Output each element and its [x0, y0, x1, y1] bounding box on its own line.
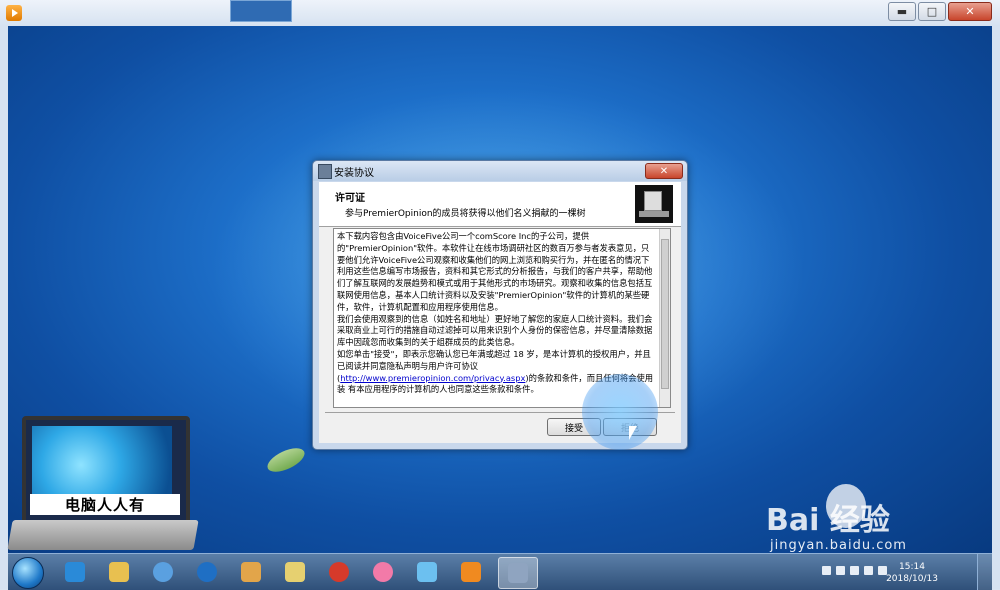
- dialog-header: 许可证 参与PremierOpinion的成员将获得以他们名义捐献的一棵树: [319, 182, 681, 227]
- baidu-paw-icon: [826, 484, 866, 528]
- window-border-left: [0, 26, 8, 589]
- show-desktop-button[interactable]: [977, 554, 992, 590]
- baidu-url: jingyan.baidu.com: [770, 538, 907, 553]
- minimize-button[interactable]: ▬: [888, 2, 916, 21]
- maximize-button[interactable]: □: [918, 2, 946, 21]
- license-heading: 许可证: [335, 193, 365, 204]
- player-title-bar: ▬ □ ✕: [0, 0, 1000, 27]
- wallpaper-leaf: [264, 443, 308, 477]
- laptop-caption: 电脑人人有: [30, 494, 180, 515]
- clock-time: 15:14: [899, 562, 925, 572]
- laptop-screen: 电脑人人有: [22, 416, 190, 526]
- laptop-keyboard: [7, 520, 199, 550]
- taskbar: 15:14 2018/10/13: [8, 553, 992, 590]
- title-thumbnail: [230, 0, 292, 22]
- network-icon[interactable]: [864, 566, 873, 575]
- game-icon[interactable]: [320, 557, 358, 587]
- player-app-icon: [6, 5, 22, 21]
- click-highlight: [582, 374, 658, 450]
- mouse-cursor-icon: [629, 426, 637, 440]
- start-button[interactable]: [12, 557, 44, 589]
- game-icon[interactable]: [364, 557, 402, 587]
- clock[interactable]: 15:14 2018/10/13: [882, 561, 942, 585]
- paint-icon[interactable]: [232, 557, 270, 587]
- game-icon[interactable]: [408, 557, 446, 587]
- flag-icon[interactable]: [836, 566, 845, 575]
- installer-icon[interactable]: [498, 557, 538, 589]
- system-tray: 15:14 2018/10/13: [822, 558, 942, 586]
- dialog-close-button[interactable]: ✕: [645, 163, 683, 179]
- network-icon[interactable]: [144, 557, 182, 587]
- close-button[interactable]: ✕: [948, 2, 992, 21]
- monitor-icon[interactable]: [850, 566, 859, 575]
- license-paragraph: 我们会使用观察到的信息（如姓名和地址）更好地了解您的家庭人口统计资料。我们会采取…: [337, 313, 653, 348]
- installer-icon: [318, 164, 332, 179]
- installer-logo-icon: [635, 185, 673, 223]
- license-paragraph: 本下载内容包含由VoiceFive公司一个comScore Inc的子公司，提供…: [337, 231, 653, 312]
- license-subheading: 参与PremierOpinion的成员将获得以他们名义捐献的一棵树: [345, 209, 586, 219]
- window-border-right: [992, 26, 1000, 589]
- laptop-logo: 电脑人人有: [7, 410, 199, 556]
- dialog-title-bar[interactable]: 安装协议 ✕: [313, 161, 687, 181]
- ie-icon[interactable]: [56, 557, 94, 587]
- folder-icon[interactable]: [276, 557, 314, 587]
- privacy-link[interactable]: http://www.premieropinion.com/privacy.as…: [340, 373, 525, 383]
- tray-arrow-icon[interactable]: [822, 566, 831, 575]
- file-explorer-icon[interactable]: [100, 557, 138, 587]
- ie-icon[interactable]: [188, 557, 226, 587]
- clock-date: 2018/10/13: [886, 574, 938, 584]
- license-scrollbar[interactable]: [659, 229, 670, 407]
- dialog-title: 安装协议: [334, 168, 374, 179]
- scrollbar-thumb[interactable]: [661, 239, 669, 389]
- media-player-icon[interactable]: [452, 557, 490, 587]
